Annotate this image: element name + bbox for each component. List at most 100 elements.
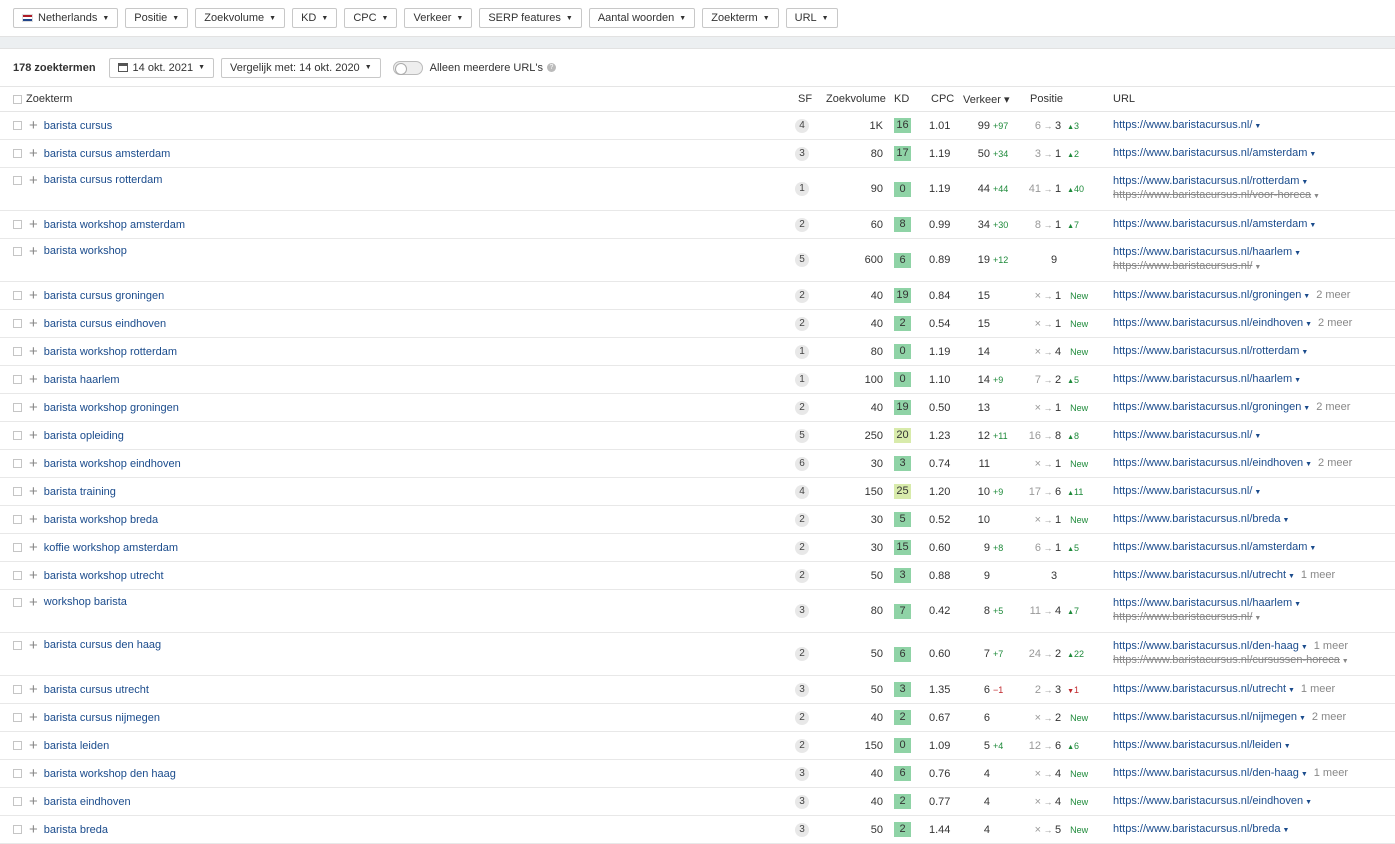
row-checkbox[interactable] (13, 149, 22, 159)
filter-aantal-woorden-button[interactable]: Aantal woorden ▼ (588, 8, 696, 28)
caret-down-icon[interactable]: ▼ (1307, 151, 1316, 158)
caret-down-icon[interactable]: ▼ (1282, 743, 1291, 750)
header-volume[interactable]: Zoekvolume (821, 87, 886, 112)
ranking-url-link[interactable]: https://www.baristacursus.nl/breda (1113, 823, 1281, 835)
expand-plus-icon[interactable]: + (29, 539, 38, 556)
serp-features-badge[interactable]: 4 (795, 484, 809, 499)
keyword-link[interactable]: koffie workshop amsterdam (44, 542, 178, 554)
caret-down-icon[interactable]: ▼ (1307, 222, 1316, 229)
serp-features-badge[interactable]: 1 (795, 372, 809, 387)
serp-features-badge[interactable]: 3 (795, 146, 809, 161)
row-checkbox[interactable] (13, 685, 22, 695)
keyword-link[interactable]: barista training (44, 486, 116, 498)
more-urls-link[interactable]: 2 meer (1312, 711, 1346, 723)
filter-cpc-button[interactable]: CPC ▼ (344, 8, 398, 28)
row-checkbox[interactable] (13, 741, 22, 751)
ranking-url-link[interactable]: https://www.baristacursus.nl/rotterdam (1113, 345, 1299, 357)
more-urls-link[interactable]: 2 meer (1316, 401, 1350, 413)
caret-down-icon[interactable]: ▼ (1301, 293, 1310, 300)
row-checkbox[interactable] (13, 220, 22, 230)
expand-plus-icon[interactable]: + (29, 243, 38, 260)
header-sf[interactable]: SF (795, 87, 821, 112)
ranking-url-link[interactable]: https://www.baristacursus.nl/amsterdam (1113, 218, 1307, 230)
expand-plus-icon[interactable]: + (29, 483, 38, 500)
ranking-url-link[interactable]: https://www.baristacursus.nl/utrecht (1113, 683, 1286, 695)
keyword-link[interactable]: barista workshop groningen (44, 402, 179, 414)
row-checkbox[interactable] (13, 291, 22, 301)
serp-features-badge[interactable]: 2 (795, 647, 809, 661)
keyword-link[interactable]: barista breda (44, 824, 108, 836)
row-checkbox[interactable] (13, 797, 22, 807)
keyword-link[interactable]: barista workshop rotterdam (44, 346, 177, 358)
serp-features-badge[interactable]: 5 (795, 253, 809, 267)
caret-down-icon[interactable]: ▼ (1340, 658, 1349, 665)
expand-plus-icon[interactable]: + (29, 455, 38, 472)
keyword-link[interactable]: barista cursus eindhoven (44, 318, 166, 330)
caret-down-icon[interactable]: ▼ (1299, 644, 1308, 651)
caret-down-icon[interactable]: ▼ (1252, 615, 1261, 622)
previous-url-link[interactable]: https://www.baristacursus.nl/ (1113, 260, 1252, 272)
expand-plus-icon[interactable]: + (29, 399, 38, 416)
select-all-checkbox[interactable] (13, 94, 22, 104)
serp-features-badge[interactable]: 2 (795, 710, 809, 725)
caret-down-icon[interactable]: ▼ (1252, 123, 1261, 130)
serp-features-badge[interactable]: 1 (795, 182, 809, 196)
caret-down-icon[interactable]: ▼ (1299, 771, 1308, 778)
ranking-url-link[interactable]: https://www.baristacursus.nl/ (1113, 119, 1252, 131)
expand-plus-icon[interactable]: + (29, 287, 38, 304)
serp-features-badge[interactable]: 2 (795, 540, 809, 555)
filter-netherlands-button[interactable]: Netherlands ▼ (13, 8, 119, 28)
keyword-link[interactable]: barista eindhoven (44, 796, 131, 808)
serp-features-badge[interactable]: 5 (795, 428, 809, 443)
more-urls-link[interactable]: 2 meer (1316, 289, 1350, 301)
serp-features-badge[interactable]: 3 (795, 822, 809, 837)
ranking-url-link[interactable]: https://www.baristacursus.nl/utrecht (1113, 569, 1286, 581)
row-checkbox[interactable] (13, 121, 22, 131)
filter-zoekvolume-button[interactable]: Zoekvolume ▼ (195, 8, 286, 28)
row-checkbox[interactable] (13, 431, 22, 441)
row-checkbox[interactable] (13, 459, 22, 469)
keyword-link[interactable]: barista workshop breda (44, 514, 158, 526)
caret-down-icon[interactable]: ▼ (1297, 715, 1306, 722)
row-checkbox[interactable] (13, 347, 22, 357)
row-checkbox[interactable] (13, 543, 22, 553)
row-checkbox[interactable] (13, 246, 22, 256)
caret-down-icon[interactable]: ▼ (1252, 489, 1261, 496)
serp-features-badge[interactable]: 2 (795, 217, 809, 232)
ranking-url-link[interactable]: https://www.baristacursus.nl/amsterdam (1113, 147, 1307, 159)
ranking-url-link[interactable]: https://www.baristacursus.nl/groningen (1113, 289, 1301, 301)
previous-url-link[interactable]: https://www.baristacursus.nl/cursussen-h… (1113, 654, 1340, 666)
expand-plus-icon[interactable]: + (29, 793, 38, 810)
more-urls-link[interactable]: 2 meer (1318, 317, 1352, 329)
serp-features-badge[interactable]: 6 (795, 456, 809, 471)
compare-picker[interactable]: Vergelijk met: 14 okt. 2020 ▼ (221, 57, 381, 78)
ranking-url-link[interactable]: https://www.baristacursus.nl/nijmegen (1113, 711, 1297, 723)
expand-plus-icon[interactable]: + (29, 594, 38, 611)
row-checkbox[interactable] (13, 403, 22, 413)
caret-down-icon[interactable]: ▼ (1286, 687, 1295, 694)
ranking-url-link[interactable]: https://www.baristacursus.nl/haarlem (1113, 597, 1292, 609)
row-checkbox[interactable] (13, 825, 22, 835)
ranking-url-link[interactable]: https://www.baristacursus.nl/groningen (1113, 401, 1301, 413)
filter-verkeer-button[interactable]: Verkeer ▼ (404, 8, 473, 28)
serp-features-badge[interactable]: 3 (795, 604, 809, 618)
keyword-link[interactable]: barista workshop den haag (44, 768, 176, 780)
header-kd[interactable]: KD (886, 87, 922, 112)
ranking-url-link[interactable]: https://www.baristacursus.nl/ (1113, 429, 1252, 441)
expand-plus-icon[interactable]: + (29, 709, 38, 726)
row-checkbox[interactable] (13, 597, 22, 607)
keyword-link[interactable]: barista cursus nijmegen (44, 712, 160, 724)
expand-plus-icon[interactable]: + (29, 145, 38, 162)
row-checkbox[interactable] (13, 175, 22, 185)
more-urls-link[interactable]: 1 meer (1314, 640, 1348, 652)
caret-down-icon[interactable]: ▼ (1303, 461, 1312, 468)
ranking-url-link[interactable]: https://www.baristacursus.nl/den-haag (1113, 640, 1299, 652)
row-checkbox[interactable] (13, 319, 22, 329)
serp-features-badge[interactable]: 2 (795, 288, 809, 303)
keyword-link[interactable]: barista workshop (44, 245, 127, 257)
header-traffic[interactable]: Verkeer ▾ (955, 87, 1021, 112)
expand-plus-icon[interactable]: + (29, 765, 38, 782)
serp-features-badge[interactable]: 2 (795, 512, 809, 527)
header-keyword[interactable]: Zoekterm (0, 87, 795, 112)
ranking-url-link[interactable]: https://www.baristacursus.nl/eindhoven (1113, 317, 1303, 329)
